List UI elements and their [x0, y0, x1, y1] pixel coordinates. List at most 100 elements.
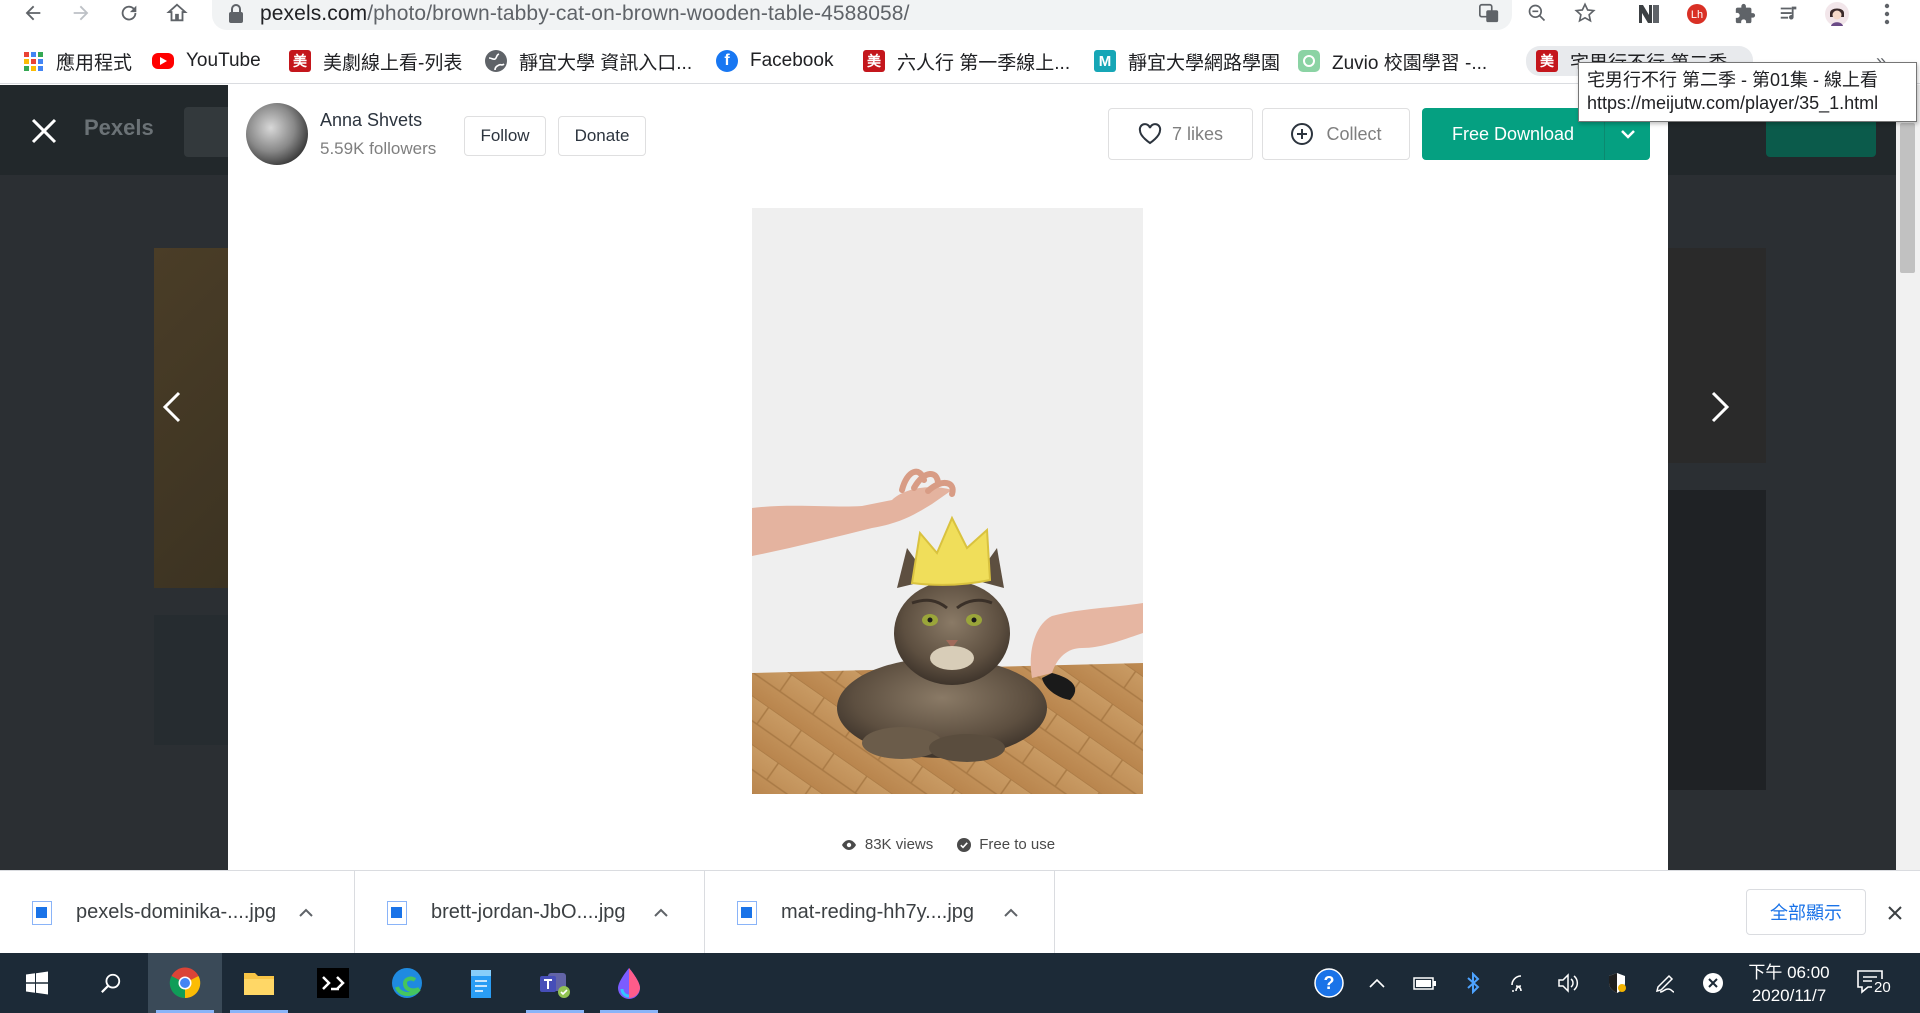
close-circle-icon[interactable]: [1698, 967, 1728, 999]
media-control-icon[interactable]: [1772, 0, 1806, 28]
taskbar-edge[interactable]: [370, 953, 444, 1013]
author-avatar[interactable]: [246, 103, 308, 165]
views-count: 83K views: [864, 836, 934, 853]
license-stat[interactable]: Free to use: [957, 836, 1055, 853]
download-item[interactable]: brett-jordan-JbO....jpg: [355, 871, 705, 954]
download-item[interactable]: mat-reding-hh7y....jpg: [705, 871, 1055, 954]
license-label: Free to use: [979, 836, 1056, 853]
extension-red-icon[interactable]: Lh: [1680, 0, 1714, 28]
page-scrollbar[interactable]: [1896, 85, 1920, 870]
donate-button[interactable]: Donate: [558, 116, 646, 156]
tooltip-url: https://meijutw.com/player/35_1.html: [1587, 93, 1879, 113]
chevron-up-icon[interactable]: [996, 898, 1026, 928]
meijutw-icon: 美: [289, 50, 311, 72]
follow-button[interactable]: Follow: [464, 116, 546, 156]
security-shield-icon[interactable]: [1602, 967, 1632, 999]
windows-logo-icon: [26, 971, 48, 995]
bookmark-pu-portal[interactable]: 靜宜大學 資訊入口...: [485, 46, 692, 76]
bookmark-star-icon[interactable]: [1570, 0, 1600, 26]
battery-icon[interactable]: [1410, 967, 1440, 999]
background-photo-right-bottom: [1668, 490, 1766, 790]
translate-icon[interactable]: [1474, 0, 1504, 26]
bluetooth-icon[interactable]: [1458, 967, 1488, 999]
search-button[interactable]: [74, 953, 148, 1013]
chevron-up-icon[interactable]: [291, 898, 321, 928]
views-stat: 83K views: [841, 836, 933, 853]
taskbar-paint-app[interactable]: [592, 953, 666, 1013]
author-followers: 5.59K followers: [320, 139, 437, 158]
url-text: pexels.com/photo/brown-tabby-cat-on-brow…: [260, 2, 910, 25]
download-filename: mat-reding-hh7y....jpg: [781, 901, 975, 923]
download-item[interactable]: pexels-dominika-....jpg: [0, 871, 355, 954]
like-button[interactable]: 7 likes: [1108, 108, 1253, 160]
svg-text:?: ?: [1324, 973, 1335, 993]
bookmark-pu-elearning[interactable]: M 靜宜大學網路學園: [1094, 46, 1280, 76]
close-modal-button[interactable]: [22, 110, 66, 154]
bookmark-label: Facebook: [750, 50, 834, 71]
home-icon[interactable]: [160, 0, 194, 26]
bookmark-zuvio[interactable]: Zuvio 校園學習 -...: [1298, 46, 1487, 76]
collect-button[interactable]: Collect: [1262, 108, 1410, 160]
help-icon[interactable]: ?: [1314, 967, 1344, 999]
bookmark-youtube[interactable]: YouTube: [152, 46, 261, 76]
bookmark-label: 六人行 第一季線上...: [897, 52, 1071, 74]
background-photo-left-bottom: [154, 615, 228, 745]
profile-avatar-icon[interactable]: [1820, 0, 1854, 28]
bookmark-meiju-list[interactable]: 美 美劇線上看-列表: [289, 46, 462, 76]
eye-icon: [841, 839, 857, 851]
bookmark-apps[interactable]: 應用程式: [22, 46, 132, 76]
photo-stats: 83K views Free to use: [228, 836, 1668, 853]
chevron-up-icon[interactable]: [646, 898, 676, 928]
free-download-button[interactable]: Free Download: [1422, 108, 1604, 160]
close-shelf-icon[interactable]: [1880, 895, 1910, 929]
volume-icon[interactable]: [1554, 967, 1584, 999]
background-photo-right: [1668, 248, 1766, 463]
bookmark-tooltip: 宅男行不行 第二季 - 第01集 - 線上看 https://meijutw.c…: [1578, 62, 1917, 122]
lock-icon[interactable]: [228, 4, 246, 24]
author-name[interactable]: Anna Shvets: [320, 110, 422, 131]
notification-center-button[interactable]: 20: [1852, 965, 1893, 1001]
pexels-logo[interactable]: Pexels: [84, 115, 154, 141]
apps-grid-icon: [22, 50, 44, 72]
taskbar-file-explorer[interactable]: [222, 953, 296, 1013]
download-filename: pexels-dominika-....jpg: [76, 901, 277, 923]
pen-icon[interactable]: [1650, 967, 1680, 999]
forward-arrow-icon[interactable]: [64, 0, 98, 26]
meijutw-icon: 美: [863, 50, 885, 72]
previous-photo-button[interactable]: [152, 390, 192, 430]
start-button[interactable]: [0, 953, 74, 1013]
extensions-puzzle-icon[interactable]: [1728, 0, 1762, 28]
show-all-downloads-button[interactable]: 全部顯示: [1746, 889, 1866, 935]
scrollbar-thumb[interactable]: [1900, 123, 1915, 273]
search-bar-background: [184, 107, 234, 157]
wifi-icon[interactable]: [1506, 967, 1536, 999]
bookmark-label: 美劇線上看-列表: [323, 52, 463, 74]
bookmark-friends[interactable]: 美 六人行 第一季線上...: [863, 46, 1070, 76]
taskbar-teams[interactable]: [518, 953, 592, 1013]
tray-overflow-chevron-icon[interactable]: [1362, 967, 1392, 999]
teams-icon: [540, 973, 570, 998]
bookmark-label: YouTube: [186, 50, 261, 71]
folder-icon: [244, 973, 274, 995]
taskbar-terminal-app[interactable]: [296, 953, 370, 1013]
back-arrow-icon[interactable]: [16, 0, 50, 26]
globe-icon: [485, 50, 507, 72]
cat-photo[interactable]: [752, 208, 1143, 794]
heart-icon: [1138, 123, 1162, 145]
moodle-icon: M: [1094, 50, 1116, 72]
address-bar[interactable]: pexels.com/photo/brown-tabby-cat-on-brow…: [212, 0, 1512, 30]
terminal-app-icon: [317, 968, 349, 998]
taskbar-chrome[interactable]: [148, 953, 222, 1013]
photo-modal: Anna Shvets 5.59K followers Follow Donat…: [228, 85, 1668, 870]
meijutw-icon: 美: [1536, 50, 1558, 72]
taskbar-clock[interactable]: 下午 06:00 2020/11/7: [1744, 961, 1834, 1007]
zoom-out-icon[interactable]: [1522, 0, 1552, 26]
plus-circle-icon: [1290, 122, 1314, 146]
taskbar-notepad[interactable]: [444, 953, 518, 1013]
reload-icon[interactable]: [112, 0, 146, 26]
zuvio-icon: [1298, 50, 1320, 72]
chrome-menu-icon[interactable]: [1870, 0, 1904, 28]
next-photo-button[interactable]: [1700, 390, 1740, 430]
extension-n-icon[interactable]: [1632, 0, 1666, 28]
bookmark-facebook[interactable]: f Facebook: [716, 46, 833, 76]
